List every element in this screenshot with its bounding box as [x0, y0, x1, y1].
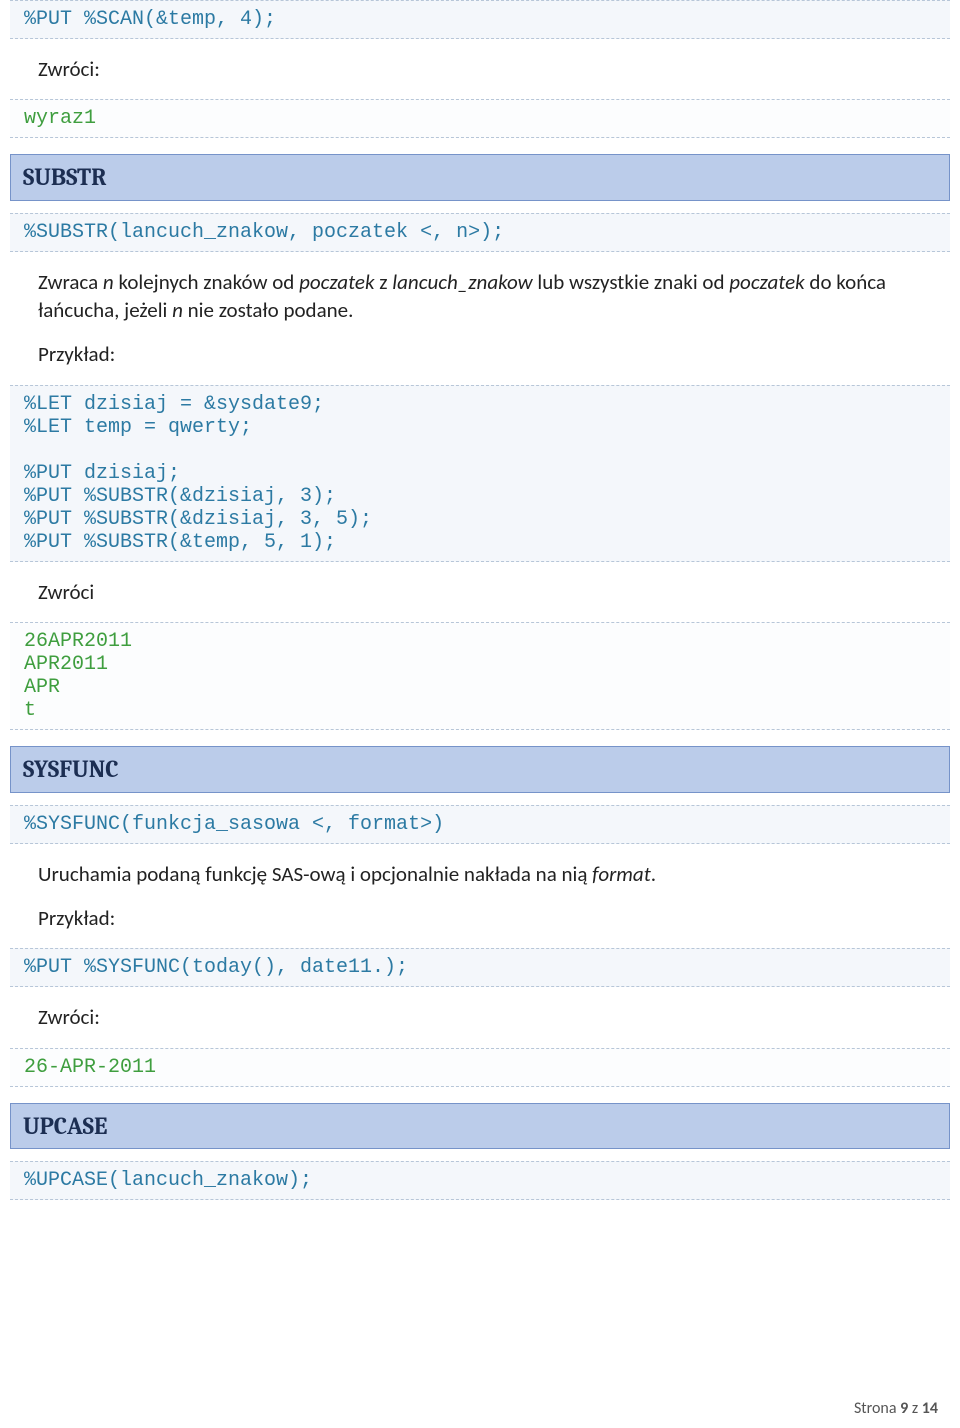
footer-page-current: 9 [900, 1399, 908, 1418]
heading-sysfunc: SYSFUNC [10, 746, 950, 792]
text-italic-poczatek: poczatek [299, 269, 374, 295]
label-example-2: Przykład: [0, 904, 960, 932]
output-block-sysfunc: 26-APR-2011 [10, 1048, 950, 1087]
footer-page-total: 14 [922, 1399, 938, 1418]
page-container: %PUT %SCAN(&temp, 4); Zwróci: wyraz1 SUB… [0, 0, 960, 1428]
label-zwroci-1: Zwróci: [0, 55, 960, 83]
footer-prefix: Strona [854, 1399, 900, 1418]
text-italic-lancuch: lancuch_znakow [392, 269, 532, 295]
code-block-upcase-signature: %UPCASE(lancuch_znakow); [10, 1161, 950, 1200]
text-sysfunc-description: Uruchamia podaną funkcję SAS-ową i opcjo… [0, 860, 960, 888]
text-fragment: nie zostało podane. [183, 297, 354, 323]
code-block-sysfunc-signature: %SYSFUNC(funkcja_sasowa <, format>) [10, 805, 950, 844]
code-block-sysfunc-example: %PUT %SYSFUNC(today(), date11.); [10, 948, 950, 987]
code-block-scan: %PUT %SCAN(&temp, 4); [10, 0, 950, 39]
text-fragment: lub wszystkie znaki od [533, 269, 730, 295]
footer-mid: z [908, 1399, 922, 1418]
label-zwroci-2: Zwróci [0, 578, 960, 606]
text-fragment: . [651, 861, 656, 887]
label-example-1: Przykład: [0, 340, 960, 368]
output-block-substr: 26APR2011 APR2011 APR t [10, 622, 950, 730]
text-fragment: Uruchamia podaną funkcję SAS-ową i opcjo… [38, 861, 592, 887]
code-block-substr-signature: %SUBSTR(lancuch_znakow, poczatek <, n>); [10, 213, 950, 252]
text-italic-format: format [592, 861, 651, 887]
heading-substr: SUBSTR [10, 154, 950, 200]
text-italic-n: n [103, 269, 114, 295]
text-fragment: Zwraca [38, 269, 103, 295]
page-footer: Strona 9 z 14 [854, 1398, 938, 1420]
output-block-wyraz1: wyraz1 [10, 99, 950, 138]
text-fragment: z [375, 269, 393, 295]
code-block-substr-example: %LET dzisiaj = &sysdate9; %LET temp = qw… [10, 385, 950, 562]
label-zwroci-3: Zwróci: [0, 1003, 960, 1031]
text-fragment: kolejnych znaków od [114, 269, 299, 295]
text-substr-description: Zwraca n kolejnych znaków od poczatek z … [0, 268, 960, 325]
text-italic-poczatek2: poczatek [729, 269, 804, 295]
heading-upcase: UPCASE [10, 1103, 950, 1149]
text-italic-n2: n [172, 297, 183, 323]
